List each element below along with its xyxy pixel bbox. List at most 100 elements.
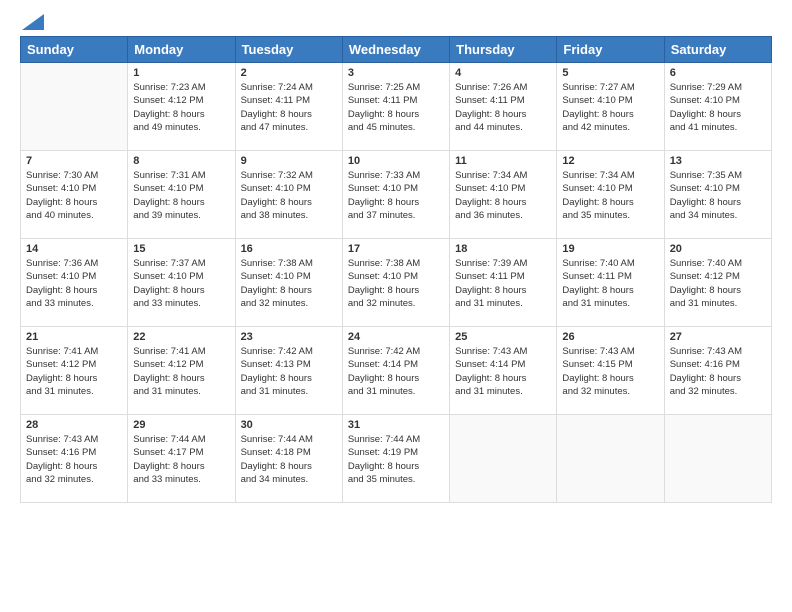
calendar-day-header: Saturday (664, 37, 771, 63)
calendar-day-header: Thursday (450, 37, 557, 63)
day-number: 31 (348, 419, 444, 431)
calendar-day-header: Monday (128, 37, 235, 63)
day-number: 15 (133, 243, 229, 255)
day-number: 22 (133, 331, 229, 343)
day-info: Sunrise: 7:42 AM Sunset: 4:14 PM Dayligh… (348, 345, 444, 398)
calendar: SundayMondayTuesdayWednesdayThursdayFrid… (20, 36, 772, 503)
calendar-day-cell: 21 Sunrise: 7:41 AM Sunset: 4:12 PM Dayli… (21, 327, 128, 415)
day-number: 7 (26, 155, 122, 167)
calendar-day-cell: 22Sunrise: 7:41 AM Sunset: 4:12 PM Dayli… (128, 327, 235, 415)
calendar-day-cell (557, 415, 664, 503)
day-number: 24 (348, 331, 444, 343)
day-info: Sunrise: 7:44 AM Sunset: 4:17 PM Dayligh… (133, 433, 229, 486)
day-number: 9 (241, 155, 337, 167)
day-info: Sunrise: 7:40 AM Sunset: 4:12 PM Dayligh… (670, 257, 766, 310)
day-number: 26 (562, 331, 658, 343)
day-info: Sunrise: 7:41 AM Sunset: 4:12 PM Dayligh… (26, 345, 122, 398)
calendar-day-cell: 23 Sunrise: 7:42 AM Sunset: 4:13 PM Dayli… (235, 327, 342, 415)
day-info: Sunrise: 7:24 AM Sunset: 4:11 PM Dayligh… (241, 81, 337, 134)
calendar-day-cell: 29 Sunrise: 7:44 AM Sunset: 4:17 PM Dayli… (128, 415, 235, 503)
logo (20, 18, 44, 26)
calendar-day-cell: 19 Sunrise: 7:40 AM Sunset: 4:11 PM Dayli… (557, 239, 664, 327)
day-number: 1 (133, 67, 229, 79)
page: SundayMondayTuesdayWednesdayThursdayFrid… (0, 0, 792, 612)
day-number: 29 (133, 419, 229, 431)
calendar-day-header: Wednesday (342, 37, 449, 63)
day-info: Sunrise: 7:43 AM Sunset: 4:15 PM Dayligh… (562, 345, 658, 398)
day-number: 25 (455, 331, 551, 343)
day-number: 6 (670, 67, 766, 79)
day-number: 16 (241, 243, 337, 255)
day-info: Sunrise: 7:26 AM Sunset: 4:11 PM Dayligh… (455, 81, 551, 134)
day-number: 12 (562, 155, 658, 167)
day-number: 30 (241, 419, 337, 431)
day-info: Sunrise: 7:39 AM Sunset: 4:11 PM Dayligh… (455, 257, 551, 310)
logo-icon (22, 14, 44, 30)
calendar-day-cell: 5 Sunrise: 7:27 AM Sunset: 4:10 PM Daylig… (557, 63, 664, 151)
day-info: Sunrise: 7:35 AM Sunset: 4:10 PM Dayligh… (670, 169, 766, 222)
calendar-day-cell: 18 Sunrise: 7:39 AM Sunset: 4:11 PM Dayli… (450, 239, 557, 327)
day-info: Sunrise: 7:30 AM Sunset: 4:10 PM Dayligh… (26, 169, 122, 222)
day-info: Sunrise: 7:27 AM Sunset: 4:10 PM Dayligh… (562, 81, 658, 134)
calendar-day-cell: 11Sunrise: 7:34 AM Sunset: 4:10 PM Dayli… (450, 151, 557, 239)
day-info: Sunrise: 7:43 AM Sunset: 4:16 PM Dayligh… (670, 345, 766, 398)
day-number: 23 (241, 331, 337, 343)
day-info: Sunrise: 7:42 AM Sunset: 4:13 PM Dayligh… (241, 345, 337, 398)
calendar-day-cell: 15 Sunrise: 7:37 AM Sunset: 4:10 PM Dayli… (128, 239, 235, 327)
day-number: 5 (562, 67, 658, 79)
day-number: 20 (670, 243, 766, 255)
calendar-day-cell: 24 Sunrise: 7:42 AM Sunset: 4:14 PM Dayli… (342, 327, 449, 415)
calendar-week-row: 21 Sunrise: 7:41 AM Sunset: 4:12 PM Dayli… (21, 327, 772, 415)
calendar-day-cell (664, 415, 771, 503)
calendar-day-cell: 28 Sunrise: 7:43 AM Sunset: 4:16 PM Dayli… (21, 415, 128, 503)
day-info: Sunrise: 7:43 AM Sunset: 4:14 PM Dayligh… (455, 345, 551, 398)
calendar-day-cell: 10 Sunrise: 7:33 AM Sunset: 4:10 PM Dayli… (342, 151, 449, 239)
calendar-day-cell: 3 Sunrise: 7:25 AM Sunset: 4:11 PM Daylig… (342, 63, 449, 151)
day-number: 3 (348, 67, 444, 79)
day-info: Sunrise: 7:33 AM Sunset: 4:10 PM Dayligh… (348, 169, 444, 222)
day-info: Sunrise: 7:29 AM Sunset: 4:10 PM Dayligh… (670, 81, 766, 134)
calendar-day-cell: 16 Sunrise: 7:38 AM Sunset: 4:10 PM Dayli… (235, 239, 342, 327)
calendar-day-cell: 25 Sunrise: 7:43 AM Sunset: 4:14 PM Dayli… (450, 327, 557, 415)
day-number: 21 (26, 331, 122, 343)
calendar-day-cell: 26 Sunrise: 7:43 AM Sunset: 4:15 PM Dayli… (557, 327, 664, 415)
day-info: Sunrise: 7:38 AM Sunset: 4:10 PM Dayligh… (241, 257, 337, 310)
calendar-day-cell: 20 Sunrise: 7:40 AM Sunset: 4:12 PM Dayli… (664, 239, 771, 327)
calendar-day-cell: 31 Sunrise: 7:44 AM Sunset: 4:19 PM Dayli… (342, 415, 449, 503)
calendar-week-row: 28 Sunrise: 7:43 AM Sunset: 4:16 PM Dayli… (21, 415, 772, 503)
day-info: Sunrise: 7:38 AM Sunset: 4:10 PM Dayligh… (348, 257, 444, 310)
calendar-day-cell: 7 Sunrise: 7:30 AM Sunset: 4:10 PM Daylig… (21, 151, 128, 239)
calendar-day-cell: 6 Sunrise: 7:29 AM Sunset: 4:10 PM Daylig… (664, 63, 771, 151)
calendar-day-cell: 14Sunrise: 7:36 AM Sunset: 4:10 PM Dayli… (21, 239, 128, 327)
calendar-day-cell (21, 63, 128, 151)
day-number: 8 (133, 155, 229, 167)
day-number: 13 (670, 155, 766, 167)
day-info: Sunrise: 7:44 AM Sunset: 4:18 PM Dayligh… (241, 433, 337, 486)
calendar-day-cell: 1Sunrise: 7:23 AM Sunset: 4:12 PM Daylig… (128, 63, 235, 151)
day-info: Sunrise: 7:32 AM Sunset: 4:10 PM Dayligh… (241, 169, 337, 222)
day-number: 28 (26, 419, 122, 431)
day-number: 17 (348, 243, 444, 255)
day-info: Sunrise: 7:31 AM Sunset: 4:10 PM Dayligh… (133, 169, 229, 222)
calendar-week-row: 7 Sunrise: 7:30 AM Sunset: 4:10 PM Daylig… (21, 151, 772, 239)
calendar-day-header: Tuesday (235, 37, 342, 63)
calendar-day-cell: 9 Sunrise: 7:32 AM Sunset: 4:10 PM Daylig… (235, 151, 342, 239)
calendar-day-cell: 27 Sunrise: 7:43 AM Sunset: 4:16 PM Dayli… (664, 327, 771, 415)
calendar-day-cell: 17 Sunrise: 7:38 AM Sunset: 4:10 PM Dayli… (342, 239, 449, 327)
day-number: 2 (241, 67, 337, 79)
day-info: Sunrise: 7:34 AM Sunset: 4:10 PM Dayligh… (562, 169, 658, 222)
day-info: Sunrise: 7:37 AM Sunset: 4:10 PM Dayligh… (133, 257, 229, 310)
day-number: 10 (348, 155, 444, 167)
day-info: Sunrise: 7:43 AM Sunset: 4:16 PM Dayligh… (26, 433, 122, 486)
day-number: 19 (562, 243, 658, 255)
day-number: 18 (455, 243, 551, 255)
calendar-day-header: Sunday (21, 37, 128, 63)
header (20, 18, 772, 26)
day-info: Sunrise: 7:25 AM Sunset: 4:11 PM Dayligh… (348, 81, 444, 134)
day-number: 27 (670, 331, 766, 343)
day-info: Sunrise: 7:44 AM Sunset: 4:19 PM Dayligh… (348, 433, 444, 486)
day-info: Sunrise: 7:36 AM Sunset: 4:10 PM Dayligh… (26, 257, 122, 310)
calendar-day-cell: 2 Sunrise: 7:24 AM Sunset: 4:11 PM Daylig… (235, 63, 342, 151)
day-info: Sunrise: 7:40 AM Sunset: 4:11 PM Dayligh… (562, 257, 658, 310)
calendar-day-cell: 13 Sunrise: 7:35 AM Sunset: 4:10 PM Dayli… (664, 151, 771, 239)
